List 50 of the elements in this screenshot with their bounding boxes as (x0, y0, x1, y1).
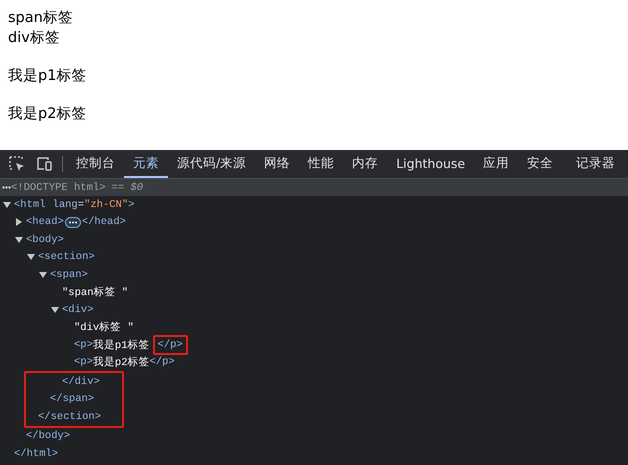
expanded-triangle-icon[interactable] (27, 253, 35, 262)
more-options-icon[interactable] (2, 186, 11, 189)
panel-tab[interactable]: 记录器 (567, 150, 624, 178)
ellipsis-icon[interactable] (64, 216, 81, 228)
doctype-text: <!DOCTYPE html> (11, 182, 106, 194)
panel-tab[interactable]: 性能 (299, 150, 344, 178)
html-tag: <body> (26, 234, 64, 246)
html-tag: > (128, 198, 134, 211)
expanded-triangle-icon[interactable] (51, 306, 59, 314)
paragraph-text: 我是p1标签 (8, 67, 86, 86)
inspect-element-icon[interactable] (8, 155, 26, 173)
html-tag: </html> (14, 448, 58, 460)
html-tag: <html (14, 198, 46, 211)
html-tag: <p> (74, 356, 93, 368)
panel-tab[interactable]: 控制台 (67, 150, 124, 178)
node-text: "span标签 " (62, 286, 128, 300)
attribute-value: "zh-CN" (84, 198, 128, 211)
page-text: div标签 (8, 29, 60, 48)
node-text: "div标签 " (74, 320, 134, 334)
equals-sign: = (78, 198, 84, 211)
html-tag: <head> (26, 216, 64, 228)
panel-tab[interactable]: 网络 (255, 150, 300, 178)
panel-tab[interactable]: 安全 (518, 150, 562, 178)
panel-tab[interactable]: 源代码/来源 (168, 150, 256, 178)
device-toolbar-icon[interactable] (35, 155, 53, 173)
expanded-triangle-icon[interactable] (39, 270, 47, 279)
node-text: 我是p1标签 (92, 338, 150, 352)
html-tag: <span> (50, 268, 88, 281)
html-tag: </div> (62, 376, 100, 388)
paragraph-text: 我是p2标签 (8, 105, 86, 124)
html-tag: </head> (82, 216, 126, 228)
selected-node-row[interactable]: <!DOCTYPE html> == $0 (0, 179, 628, 196)
panel-tab[interactable]: 内存 (343, 150, 388, 178)
html-tag: </body> (26, 430, 70, 442)
html-tag: <div> (62, 304, 94, 316)
attribute-name: lang (52, 198, 78, 211)
panel-tab[interactable]: 应用 (474, 150, 518, 178)
html-tag: </section> (38, 410, 102, 423)
html-tag: </p> (150, 356, 175, 368)
node-reference: == $0 (112, 182, 144, 194)
html-tag: </p> (152, 334, 188, 355)
panel-tab[interactable]: Lighthouse (387, 150, 474, 178)
expanded-triangle-icon[interactable] (3, 200, 11, 209)
page-text: span标签 (8, 9, 73, 28)
html-tag: <section> (38, 251, 95, 264)
node-text: 我是p2标签 (92, 356, 150, 370)
expanded-triangle-icon[interactable] (15, 236, 23, 244)
html-tag: <p> (74, 338, 93, 351)
collapsed-triangle-icon[interactable] (15, 218, 23, 226)
html-tag: </span> (50, 393, 94, 406)
